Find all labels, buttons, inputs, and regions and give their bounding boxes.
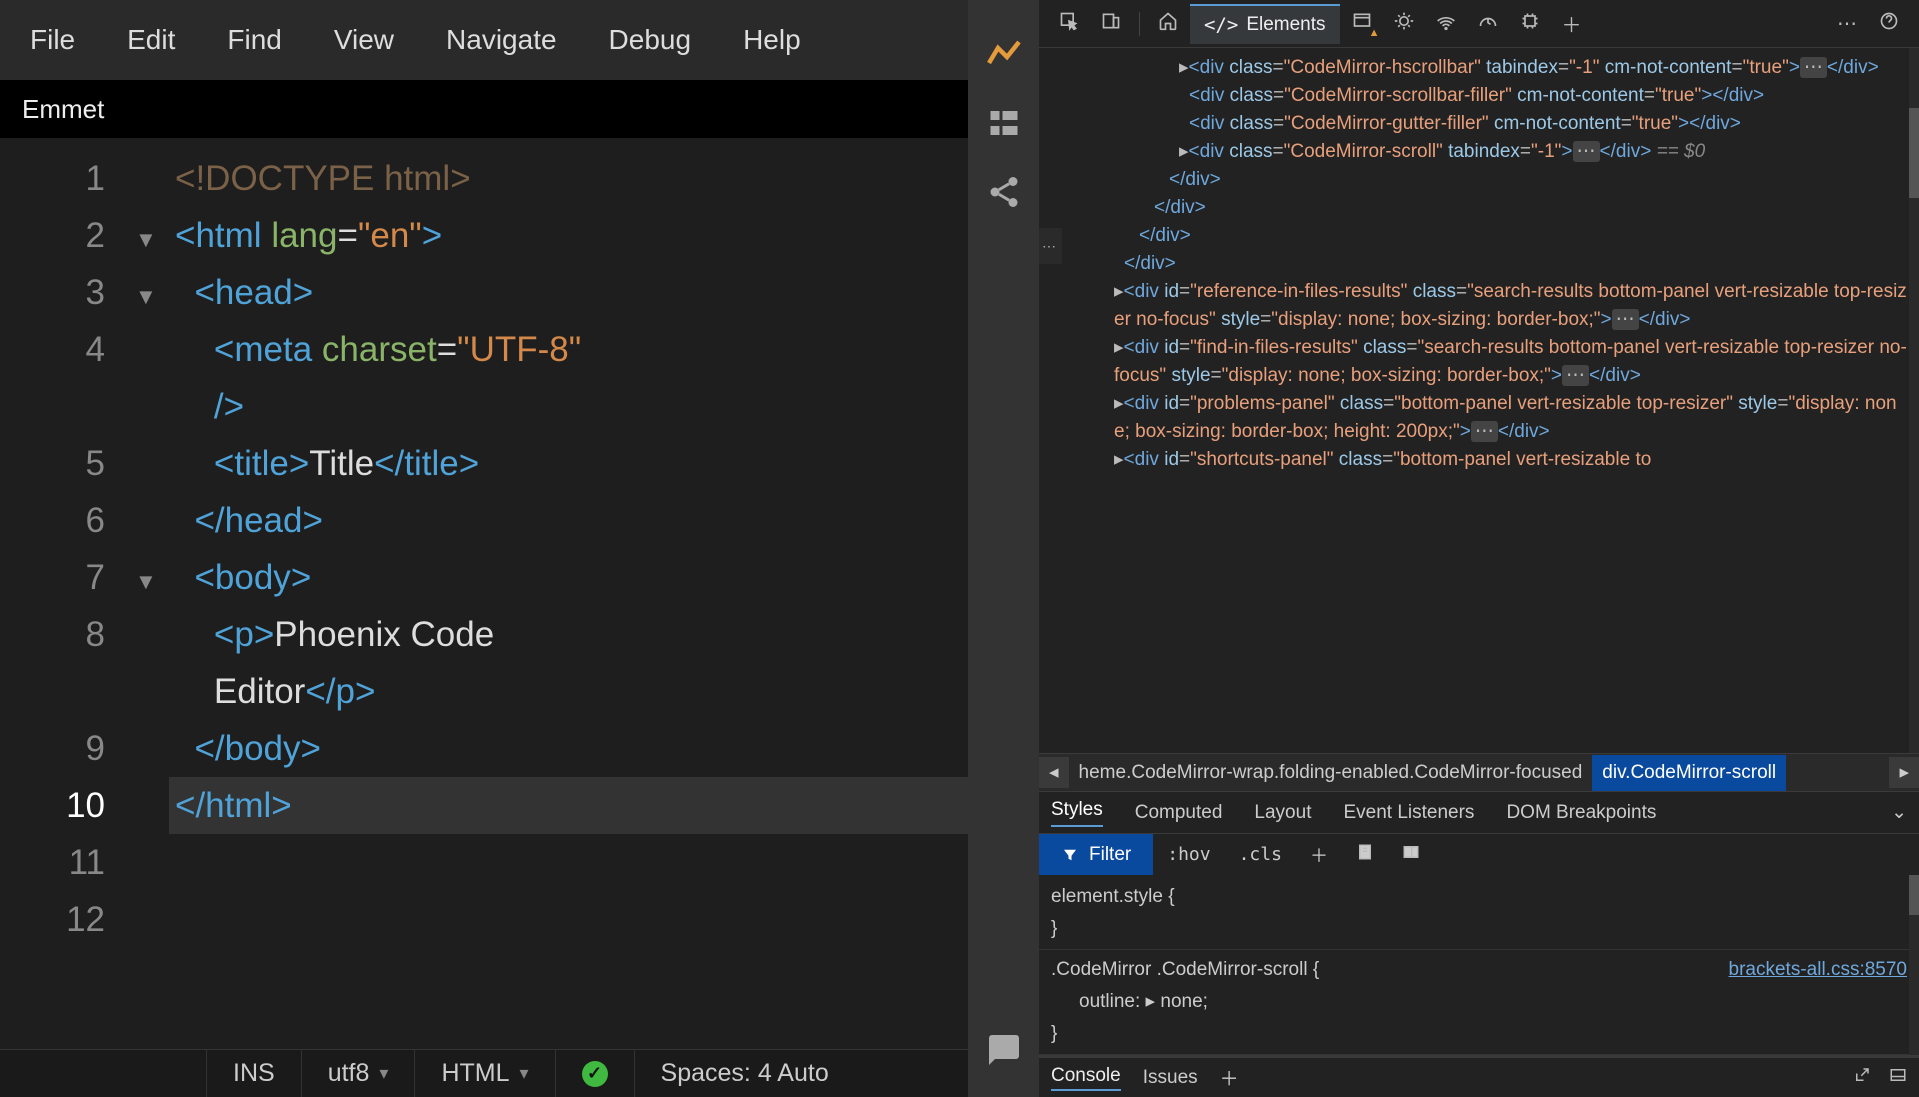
drawer-tabs: Console Issues ＋: [1039, 1055, 1919, 1097]
line-number: 7: [0, 549, 105, 606]
menubar: File Edit Find View Navigate Debug Help: [0, 0, 968, 80]
breadcrumb[interactable]: ◂ heme.CodeMirror-wrap.folding-enabled.C…: [1039, 753, 1919, 791]
collapse-drawer-icon[interactable]: [1889, 1066, 1907, 1090]
status-encoding[interactable]: utf8▾: [302, 1050, 416, 1097]
sources-icon[interactable]: ▲: [1342, 11, 1382, 37]
chat-icon[interactable]: [986, 1032, 1022, 1073]
fold-toggle-icon[interactable]: ▼: [135, 553, 157, 610]
status-insert-mode[interactable]: INS: [207, 1050, 302, 1097]
check-icon: ✓: [582, 1061, 608, 1087]
breadcrumb-prev-icon[interactable]: ◂: [1039, 757, 1069, 788]
side-rail: [968, 0, 1039, 1097]
menu-debug[interactable]: Debug: [609, 24, 692, 56]
line-number: 10: [0, 777, 105, 834]
menu-view[interactable]: View: [334, 24, 394, 56]
breadcrumb-next-icon[interactable]: ▸: [1889, 757, 1919, 788]
devtools-pane: </> Elements ▲ ＋ ⋯ ⋯ ▸<div class="CodeMi…: [1039, 0, 1919, 1097]
chevron-down-icon: ▾: [379, 1063, 388, 1084]
devtools-toolbar: </> Elements ▲ ＋ ⋯: [1039, 0, 1919, 48]
breadcrumb-item[interactable]: heme.CodeMirror-wrap.folding-enabled.Cod…: [1069, 755, 1593, 791]
line-number: 3: [0, 264, 105, 321]
line-number: 12: [0, 891, 105, 948]
tab-console[interactable]: Console: [1051, 1065, 1121, 1091]
line-number: 1: [0, 150, 105, 207]
tab-event-listeners[interactable]: Event Listeners: [1343, 802, 1474, 824]
more-icon[interactable]: ⋯: [1827, 11, 1867, 36]
device-toggle-icon[interactable]: [1091, 11, 1131, 37]
tab-styles[interactable]: Styles: [1051, 799, 1103, 827]
bug-icon[interactable]: [1384, 11, 1424, 37]
performance-icon[interactable]: [1468, 11, 1508, 37]
styles-panel[interactable]: element.style { } .CodeMirror .CodeMirro…: [1039, 875, 1919, 1055]
add-tab-icon[interactable]: ＋: [1552, 9, 1592, 38]
fold-toggle-icon[interactable]: ▼: [135, 211, 157, 268]
line-number: 4: [0, 321, 105, 378]
menu-find[interactable]: Find: [227, 24, 281, 56]
network-icon[interactable]: [1426, 11, 1466, 37]
line-number: 9: [0, 720, 105, 777]
cls-toggle[interactable]: .cls: [1225, 844, 1296, 865]
styles-filter-bar: Filter :hov .cls ＋: [1039, 833, 1919, 875]
menu-file[interactable]: File: [30, 24, 75, 56]
status-spacer: [0, 1050, 207, 1097]
breadcrumb-item[interactable]: div.CodeMirror-scroll: [1592, 755, 1786, 791]
hov-toggle[interactable]: :hov: [1153, 844, 1224, 865]
help-icon[interactable]: [1869, 11, 1909, 37]
tab-bar: Emmet: [0, 80, 968, 138]
source-link[interactable]: brackets-all.css:8570: [1729, 954, 1907, 986]
add-tab-icon[interactable]: ＋: [1220, 1064, 1239, 1091]
tab-layout[interactable]: Layout: [1254, 802, 1311, 824]
menu-help[interactable]: Help: [743, 24, 801, 56]
new-rule-icon[interactable]: ＋: [1296, 842, 1342, 868]
panel-layout-icon[interactable]: [1388, 843, 1434, 866]
menu-navigate[interactable]: Navigate: [446, 24, 557, 56]
tab-elements[interactable]: </> Elements: [1190, 4, 1340, 44]
editor-pane: File Edit Find View Navigate Debug Help …: [0, 0, 968, 1097]
line-number: 5: [0, 435, 105, 492]
live-preview-icon[interactable]: [986, 36, 1022, 77]
ellipsis-icon[interactable]: ⋯: [1039, 228, 1062, 264]
chevron-down-icon: ▾: [520, 1063, 529, 1084]
status-language[interactable]: HTML▾: [415, 1050, 555, 1097]
fold-toggle-icon[interactable]: ▼: [135, 268, 157, 325]
menu-edit[interactable]: Edit: [127, 24, 175, 56]
fold-gutter: ▼ ▼ ▼: [135, 150, 175, 1049]
share-icon[interactable]: [986, 174, 1022, 215]
filter-input[interactable]: Filter: [1039, 834, 1153, 875]
status-bar: INS utf8▾ HTML▾ ✓ Spaces: 4 Auto: [0, 1049, 968, 1097]
tab-computed[interactable]: Computed: [1135, 802, 1223, 824]
scrollbar[interactable]: [1909, 875, 1919, 1055]
tab-emmet[interactable]: Emmet: [22, 94, 104, 125]
styles-tabbar: Styles Computed Layout Event Listeners D…: [1039, 791, 1919, 833]
memory-icon[interactable]: [1510, 11, 1550, 37]
home-icon[interactable]: [1148, 11, 1188, 37]
status-lint[interactable]: ✓: [556, 1050, 635, 1097]
code-body[interactable]: <!DOCTYPE html> <html lang="en"> <head> …: [175, 150, 968, 1049]
code-editor[interactable]: 1 2 3 4 5 6 7 8 9 10 11 12 ▼ ▼ ▼ <!DOCTY…: [0, 138, 968, 1049]
dom-tree[interactable]: ⋯ ▸<div class="CodeMirror-hscrollbar" ta…: [1039, 48, 1919, 753]
line-number: 8: [0, 606, 105, 663]
tab-dom-breakpoints[interactable]: DOM Breakpoints: [1506, 802, 1656, 824]
line-number: 2: [0, 207, 105, 264]
print-media-icon[interactable]: [1342, 843, 1388, 866]
popup-icon[interactable]: [1853, 1066, 1871, 1090]
tab-issues[interactable]: Issues: [1143, 1067, 1198, 1089]
code-icon: </>: [1204, 14, 1238, 36]
line-number: 6: [0, 492, 105, 549]
line-gutter: 1 2 3 4 5 6 7 8 9 10 11 12: [0, 150, 135, 1049]
extensions-icon[interactable]: [986, 105, 1022, 146]
inspect-icon[interactable]: [1049, 11, 1089, 37]
line-number: 11: [0, 834, 105, 891]
status-spaces[interactable]: Spaces: 4 Auto: [635, 1050, 855, 1097]
scrollbar[interactable]: [1909, 48, 1919, 753]
chevron-down-icon[interactable]: ⌄: [1891, 801, 1907, 824]
